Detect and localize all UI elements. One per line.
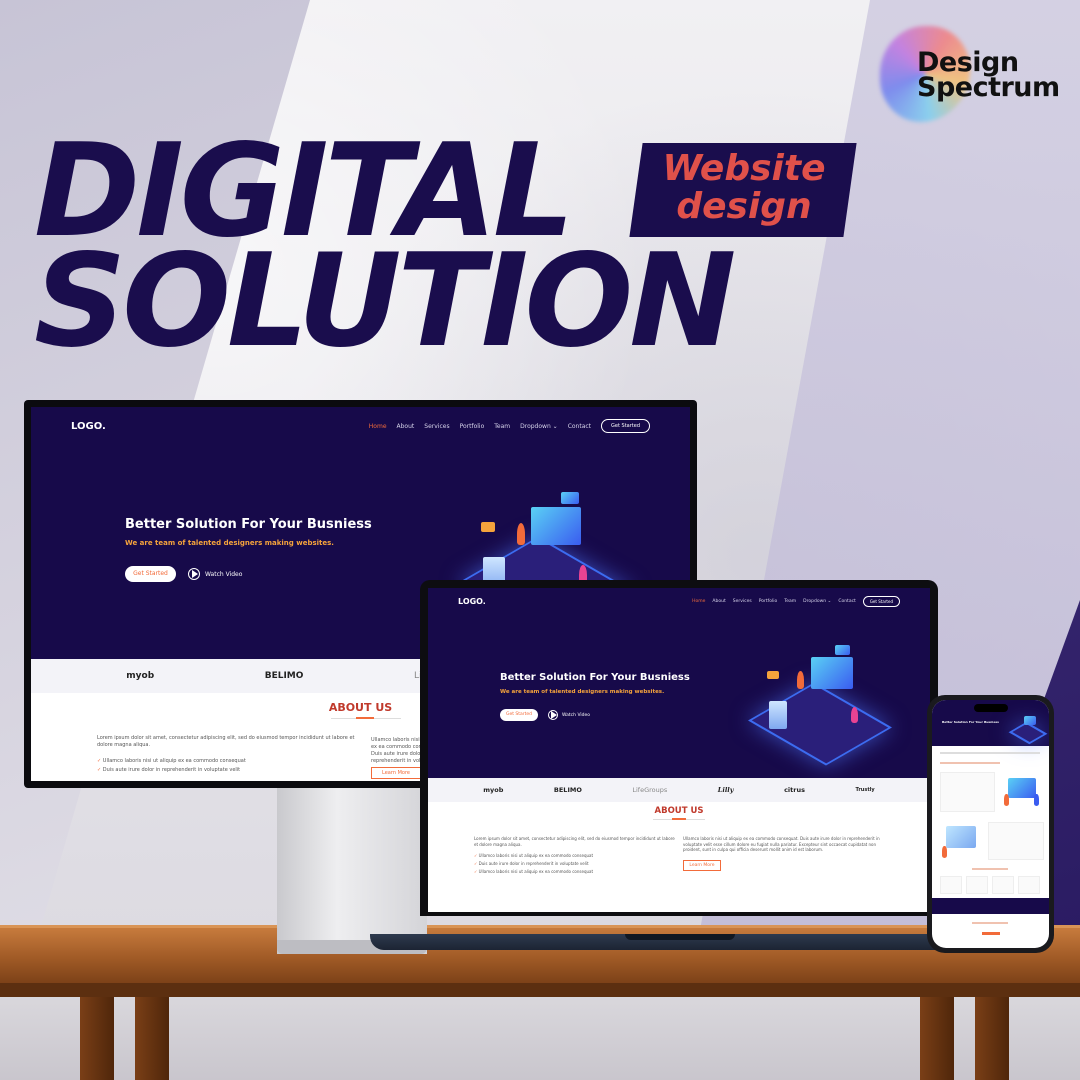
isometric-illustration-icon [1008,714,1048,745]
nav-contact[interactable]: Contact [568,423,591,430]
nav-dropdown[interactable]: Dropdown ⌄ [520,423,558,430]
table-leg [920,997,954,1080]
headline-line-2: SOLUTION [34,227,736,376]
section-heading [940,762,1000,764]
about-bullet: ✓ Ullamco laboris nisi ut aliquip ex ea … [474,853,594,858]
hero-title: Better Solution For Your Busniess [500,672,690,683]
watch-video-label: Watch Video [205,570,243,578]
cta-band [932,898,1049,914]
team-illustration-icon [1000,772,1044,812]
hero-get-started-button[interactable]: Get Started [500,709,538,721]
table-apron [0,983,1080,997]
client-logo: Lilly [717,786,734,794]
nav-get-started-button[interactable]: Get Started [601,419,650,433]
hero-title: Better Solution For Your Busniess [942,720,999,724]
client-logo: BELIMO [553,786,582,794]
tag-text: Website design [654,150,834,226]
learn-more-button[interactable]: Learn More [371,767,421,779]
dynamic-island [974,704,1008,712]
table-leg [135,997,169,1080]
client-strip [940,752,1040,754]
service-card [1018,876,1040,894]
section-heading [972,868,1008,870]
nav-bar: LOGO. Home About Services Portfolio Team… [31,415,690,437]
client-logo: LifeGroups [632,786,668,794]
section-heading [972,922,1008,924]
hero-subtitle: We are team of talented designers making… [500,689,665,695]
about-title: ABOUT US [654,806,704,816]
tag-line-1: Website [662,148,826,189]
client-logo: myob [126,671,155,681]
about-bullet: ✓ Ullamco laboris nisi ut aliquip ex ea … [97,758,246,764]
site-logo[interactable]: LOGO. [458,597,486,606]
about-bullet: ✓ Ullamco laboris nisi ut aliquip ex ea … [474,869,594,874]
hero-title: Better Solution For Your Busniess [125,517,372,532]
nav-contact[interactable]: Contact [838,599,856,604]
about-left-text: Lorem ipsum dolor sit amet, consectetur … [97,735,355,748]
about-left-text: Lorem ipsum dolor sit amet, consectetur … [474,836,675,847]
watch-video-link[interactable]: Watch Video [188,568,242,580]
brand-name: Design Spectrum [917,49,1060,103]
analytics-illustration-icon [940,822,984,862]
nav-about[interactable]: About [397,423,415,430]
isometric-illustration-icon [748,643,893,773]
table-leg [80,997,114,1080]
nav-home[interactable]: Home [692,599,705,604]
nav-services[interactable]: Services [733,599,752,604]
nav-services[interactable]: Services [424,423,449,430]
service-card [966,876,988,894]
about-right-text: Ullamco laboris nisi ut aliquip ex ea co… [683,836,880,852]
hero-get-started-button[interactable]: Get Started [125,566,176,582]
nav-bar: LOGO. Home About Services Portfolio Team… [428,592,930,610]
pagination [982,932,1000,935]
phone: Better Solution For Your Busniess [927,695,1054,953]
service-card [992,876,1014,894]
about-divider-accent [356,717,374,719]
phone-screen: Better Solution For Your Busniess [932,700,1049,948]
nav-team[interactable]: Team [494,423,510,430]
about-bullet: ✓ Duis aute irure dolor in reprehenderit… [97,767,241,773]
watch-video-label: Watch Video [562,712,591,718]
about-divider-accent [672,818,686,820]
nav-dropdown[interactable]: Dropdown ⌄ [803,599,831,604]
nav-portfolio[interactable]: Portfolio [460,423,485,430]
nav-menu: Home About Services Portfolio Team Dropd… [369,419,650,433]
about-bullet: ✓ Duis aute irure dolor in reprehenderit… [474,861,589,866]
nav-menu: Home About Services Portfolio Team Dropd… [692,595,900,607]
service-card [940,876,962,894]
nav-get-started-button[interactable]: Get Started [862,595,900,607]
laptop: LOGO. Home About Services Portfolio Team… [420,580,938,916]
learn-more-button[interactable]: Learn More [683,860,721,871]
laptop-notch [625,934,735,940]
watch-video-link[interactable]: Watch Video [548,710,590,720]
client-logo: BELIMO [264,671,304,681]
play-icon [188,568,200,580]
about-bullets: ✓ Ullamco laboris nisi ut aliquip ex ea … [474,852,679,876]
hero-section: LOGO. Home About Services Portfolio Team… [428,588,930,778]
nav-about[interactable]: About [712,599,725,604]
hero-subtitle: We are team of talented designers making… [125,539,334,547]
laptop-screen: LOGO. Home About Services Portfolio Team… [428,588,930,912]
nav-team[interactable]: Team [784,599,796,604]
about-bullets: ✓ Ullamco laboris nisi ut aliquip ex ea … [97,757,365,775]
clients-strip: myob BELIMO LifeGroups Lilly citrus Trus… [428,778,930,802]
nav-portfolio[interactable]: Portfolio [759,599,778,604]
client-logo: citrus [784,786,805,794]
client-logo: myob [483,786,504,794]
nav-home[interactable]: Home [369,423,387,430]
site-logo[interactable]: LOGO. [71,421,106,432]
client-logo: Trustly [855,787,875,793]
content-block [940,772,995,812]
content-block [988,822,1044,860]
play-icon [548,710,558,720]
table-leg [975,997,1009,1080]
monitor-stand [277,786,427,954]
tag-line-2: design [676,186,812,227]
brand-line-2: Spectrum [917,72,1060,103]
